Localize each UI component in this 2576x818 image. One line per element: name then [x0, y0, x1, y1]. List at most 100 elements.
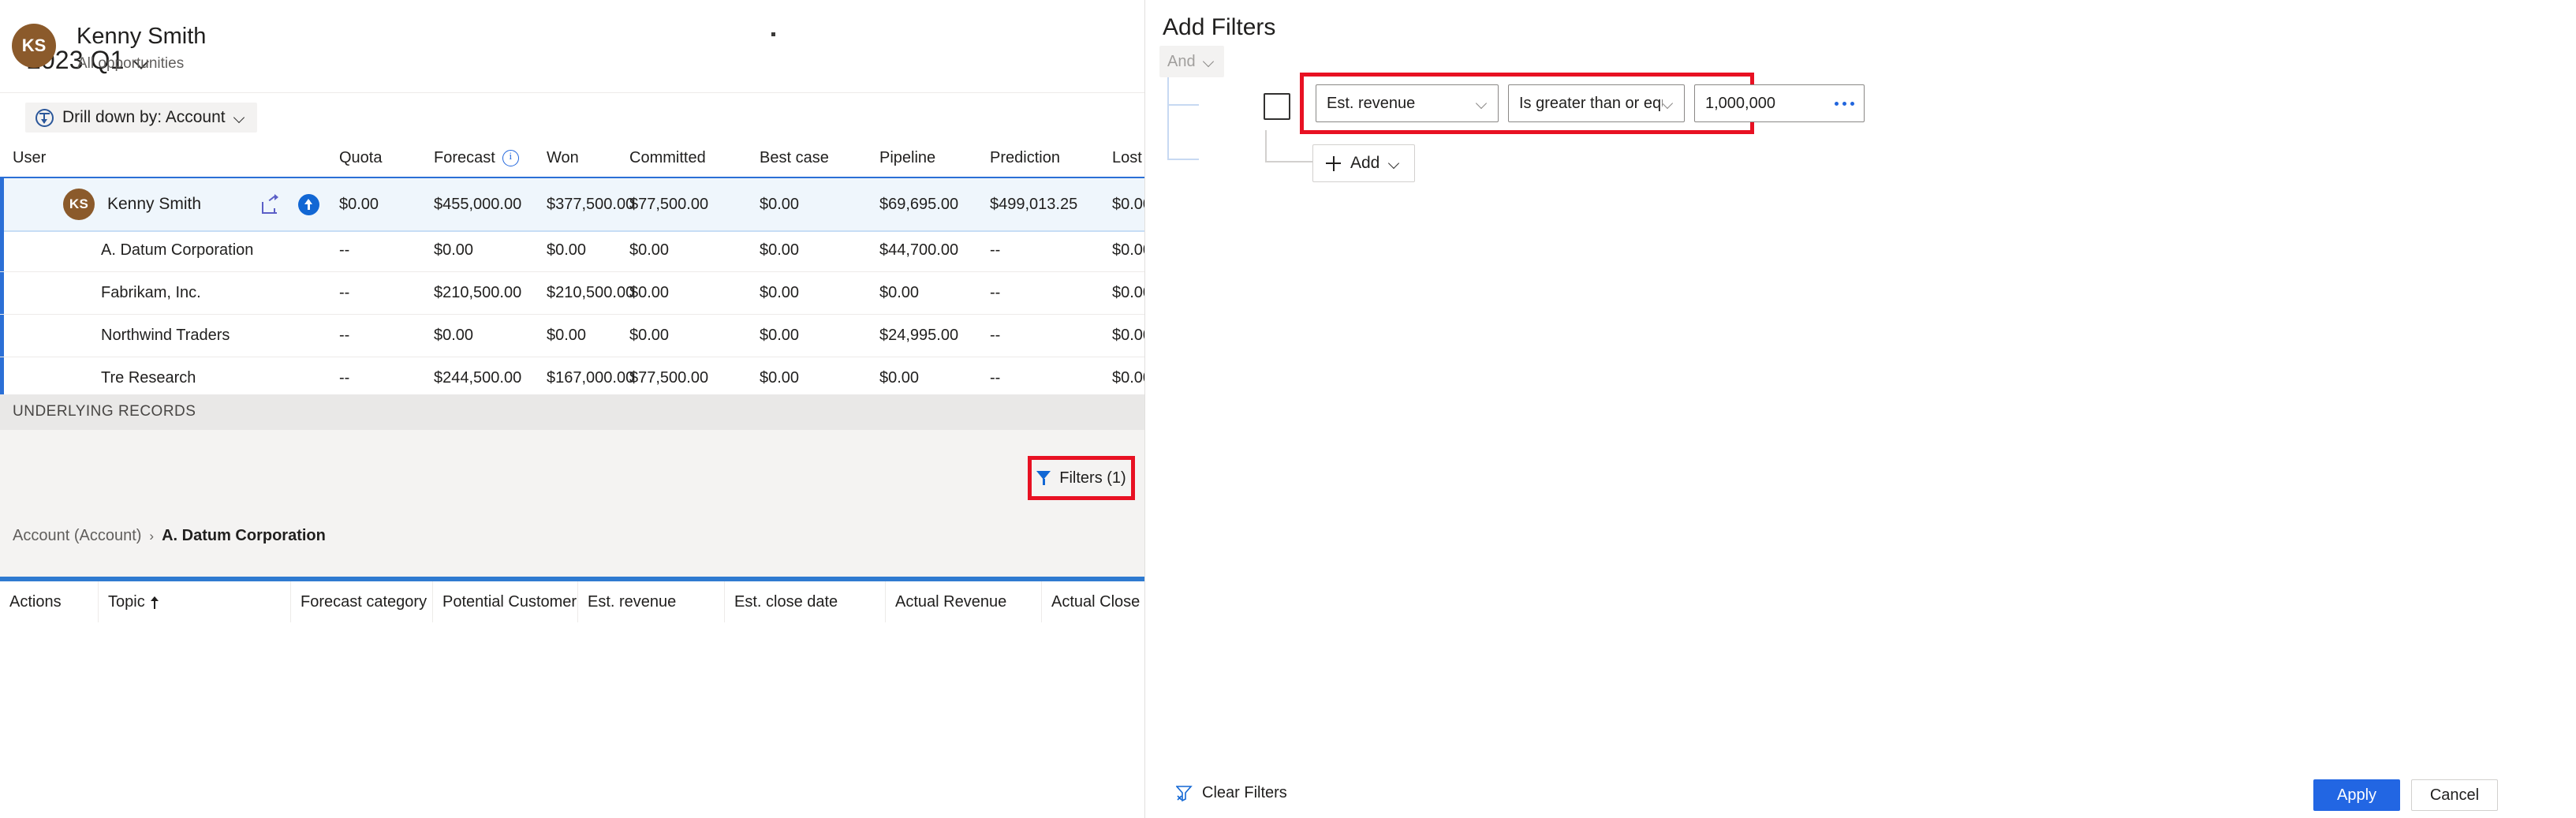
filter-row-checkbox[interactable] — [1264, 93, 1290, 120]
tree-connector-vertical — [1167, 77, 1169, 160]
column-header-best-case[interactable]: Best case — [760, 142, 829, 174]
cell-forecast: $455,000.00 — [434, 178, 521, 230]
column-header-prediction[interactable]: Prediction — [990, 142, 1060, 174]
chevron-down-icon — [234, 111, 247, 124]
chevron-down-icon — [1389, 157, 1402, 170]
records-column-actions[interactable]: Actions — [0, 581, 98, 622]
cell-quota: $0.00 — [339, 178, 379, 230]
cell-forecast: $0.00 — [434, 229, 473, 271]
underlying-records-header — [0, 430, 1145, 577]
cell-prediction: -- — [990, 271, 1000, 314]
cell-prediction: -- — [990, 229, 1000, 271]
clear-filters-button[interactable]: Clear Filters — [1176, 784, 1287, 802]
filter-icon — [1036, 471, 1051, 485]
underlying-records-band: UNDERLYING RECORDS — [0, 394, 1145, 430]
tree-connector-horizontal — [1167, 104, 1199, 106]
cell-best-case: $0.00 — [760, 178, 799, 230]
user-name: Kenny Smith — [107, 195, 201, 214]
cell-account: Tre Research — [101, 357, 196, 399]
cell-account: Fabrikam, Inc. — [101, 271, 201, 314]
filters-button[interactable]: Filters (1) — [1032, 460, 1131, 496]
column-header-pipeline[interactable]: Pipeline — [879, 142, 935, 174]
add-filters-panel: Add Filters And Est. revenue Is greater … — [1145, 0, 2576, 818]
apply-button[interactable]: Apply — [2313, 779, 2400, 811]
filter-operator-value: Is greater than or equal ... — [1509, 95, 1663, 113]
filter-operator-dropdown[interactable]: Is greater than or equal ... — [1508, 84, 1685, 122]
filter-field-dropdown[interactable]: Est. revenue — [1316, 84, 1499, 122]
breadcrumb: Account (Account) › A. Datum Corporation — [13, 527, 326, 545]
records-column-topic-label: Topic — [108, 593, 145, 611]
cell-prediction: $499,013.25 — [990, 178, 1077, 230]
chevron-down-icon — [1663, 97, 1675, 110]
filter-row-overflow-menu-icon[interactable] — [1835, 102, 1854, 106]
plus-icon — [1326, 156, 1341, 171]
cell-user: KS Kenny Smith — [63, 178, 201, 230]
cell-forecast: $0.00 — [434, 314, 473, 357]
cell-lost: $0.00 — [1112, 314, 1145, 357]
column-header-forecast-label: Forecast — [434, 149, 495, 167]
forecast-grid-header: User Quota Forecast Won Committed Best c… — [0, 142, 1145, 174]
cell-pipeline: $0.00 — [879, 271, 919, 314]
cell-quota: -- — [339, 357, 349, 399]
app-root: 2023 Q1 Drill down by: Account User Quot… — [0, 0, 2576, 818]
trend-up-icon[interactable] — [298, 178, 319, 230]
cell-committed: $77,500.00 — [629, 178, 708, 230]
breadcrumb-separator-icon: › — [149, 529, 154, 544]
cell-best-case: $0.00 — [760, 229, 799, 271]
cell-pipeline: $44,700.00 — [879, 229, 958, 271]
add-filters-title: Add Filters — [1163, 14, 1275, 41]
cell-committed: $0.00 — [629, 314, 669, 357]
record-owner-subtitle: All opportunities — [77, 55, 184, 73]
group-operator-value: And — [1167, 53, 1196, 71]
cell-best-case: $0.00 — [760, 357, 799, 399]
row-selection-indicator — [0, 178, 4, 230]
column-header-quota[interactable]: Quota — [339, 142, 382, 174]
clear-filter-icon — [1176, 786, 1193, 801]
cell-pipeline: $24,995.00 — [879, 314, 958, 357]
column-header-won[interactable]: Won — [547, 142, 579, 174]
column-header-user[interactable]: User — [13, 142, 46, 174]
records-column-potential-customer[interactable]: Potential Customer — [432, 581, 577, 622]
column-header-committed[interactable]: Committed — [629, 142, 706, 174]
cell-quota: -- — [339, 229, 349, 271]
column-header-forecast[interactable]: Forecast — [434, 142, 519, 174]
group-operator-dropdown[interactable]: And — [1159, 46, 1224, 77]
drill-down-icon — [35, 109, 54, 127]
cell-account: Northwind Traders — [101, 314, 230, 357]
avatar: KS — [63, 189, 95, 220]
forecast-grid-panel: 2023 Q1 Drill down by: Account User Quot… — [0, 0, 1145, 818]
table-row[interactable]: Northwind Traders -- $0.00 $0.00 $0.00 $… — [0, 314, 1145, 357]
add-connector-vertical — [1265, 130, 1267, 162]
cell-account: A. Datum Corporation — [101, 229, 253, 271]
records-column-est-close-date[interactable]: Est. close date — [724, 581, 885, 622]
cancel-button[interactable]: Cancel — [2411, 779, 2498, 811]
breadcrumb-root[interactable]: Account (Account) — [13, 527, 141, 545]
cell-committed: $0.00 — [629, 229, 669, 271]
add-filter-button[interactable]: Add — [1312, 144, 1415, 182]
cell-lost: $0.00 — [1112, 178, 1145, 230]
breadcrumb-current: A. Datum Corporation — [162, 527, 326, 545]
table-row[interactable]: A. Datum Corporation -- $0.00 $0.00 $0.0… — [0, 229, 1145, 272]
cell-committed: $77,500.00 — [629, 357, 708, 399]
cell-won: $0.00 — [547, 229, 586, 271]
records-column-topic[interactable]: Topic — [98, 581, 290, 622]
add-filters-footer: Clear Filters Apply Cancel — [1145, 773, 2576, 818]
cell-pipeline: $0.00 — [879, 357, 919, 399]
drill-down-by-button[interactable]: Drill down by: Account — [25, 103, 257, 133]
table-row[interactable]: KS Kenny Smith $0.00 $455,000.00 $377,50… — [0, 177, 1145, 232]
table-row[interactable]: Tre Research -- $244,500.00 $167,000.00 … — [0, 357, 1145, 399]
cell-prediction: -- — [990, 314, 1000, 357]
cell-pipeline: $69,695.00 — [879, 178, 958, 230]
info-icon[interactable] — [502, 150, 519, 166]
filter-field-value: Est. revenue — [1316, 95, 1477, 113]
cell-quota: -- — [339, 314, 349, 357]
records-column-est-revenue[interactable]: Est. revenue — [577, 581, 724, 622]
column-header-lost[interactable]: Lost — [1112, 142, 1142, 174]
records-column-actual-revenue[interactable]: Actual Revenue — [885, 581, 1041, 622]
cell-won: $377,500.00 — [547, 178, 634, 230]
filters-button-label: Filters (1) — [1059, 469, 1126, 487]
records-column-forecast-category[interactable]: Forecast category — [290, 581, 432, 622]
share-icon[interactable] — [262, 178, 282, 230]
table-row[interactable]: Fabrikam, Inc. -- $210,500.00 $210,500.0… — [0, 271, 1145, 315]
records-column-actual-close-date[interactable]: Actual Close D. — [1041, 581, 1145, 622]
